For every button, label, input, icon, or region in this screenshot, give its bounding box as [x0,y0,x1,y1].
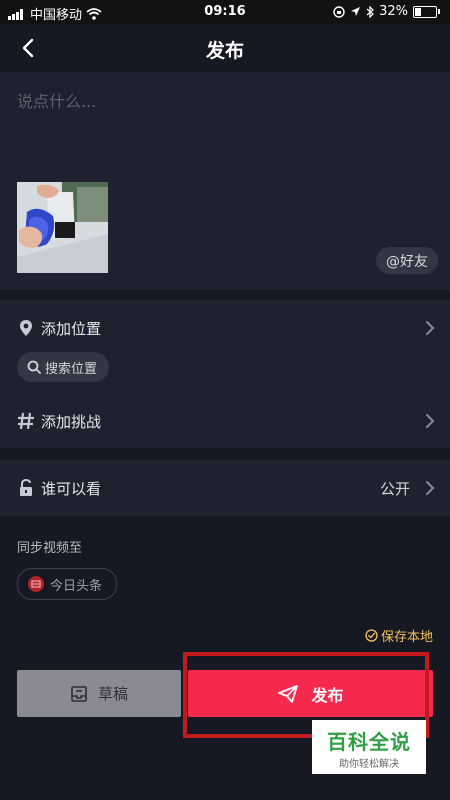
search-location-label: 搜索位置 [45,361,98,377]
save-local-label: 保存本地 [380,630,433,645]
publish-button[interactable]: 发布 [188,670,433,717]
add-challenge-row[interactable]: 添加挑战 [0,401,450,441]
draft-label: 草稿 [97,685,128,703]
chevron-right-icon [426,481,435,495]
add-location-row[interactable]: 添加位置 [0,308,450,348]
watermark-main: 百科全说 [327,730,411,754]
bluetooth-icon [366,5,374,18]
add-challenge-label: 添加挑战 [41,412,102,431]
search-icon [27,360,41,374]
add-location-label: 添加位置 [41,319,102,338]
description-input[interactable]: 说点什么... [17,88,96,112]
privacy-row[interactable]: 谁可以看 公开 [0,460,450,516]
unlock-icon [17,479,35,497]
battery-tip [438,9,440,14]
sync-label: 同步视频至 [17,541,83,556]
check-circle-icon [365,629,378,642]
at-friend-button[interactable]: @好友 [376,247,438,274]
nav-bar: 发布 [0,24,450,72]
video-thumbnail-image [17,182,108,273]
chevron-right-icon [426,414,435,428]
screen-lock-icon [333,5,345,18]
sync-platform-label: 今日头条 [50,578,103,594]
battery-icon [413,5,437,18]
send-icon [278,684,299,703]
publish-label: 发布 [311,685,344,705]
hashtag-icon [17,412,35,430]
save-local-checkbox[interactable]: 保存本地 [365,626,433,645]
watermark-sub: 助你轻松解决 [339,759,399,770]
status-bar: 中国移动 09:16 32% [0,0,450,24]
location-pin-icon [17,319,35,337]
video-thumbnail[interactable] [17,182,108,273]
page-title: 发布 [205,40,244,62]
draft-button[interactable]: 草稿 [17,670,181,717]
sync-toutiao-toggle[interactable]: 今日头条 [17,568,118,600]
location-arrow-icon [351,7,361,16]
battery-percent: 32% [379,4,408,19]
status-bar-right: 32% [333,4,440,19]
privacy-value: 公开 [379,480,410,498]
chevron-right-icon [426,321,435,335]
options-section: 添加位置 搜索位置 添加挑战 [0,300,450,448]
description-section: 说点什么... @好友 [0,72,450,290]
watermark: 百科全说 助你轻松解决 [312,720,426,774]
search-location-button[interactable]: 搜索位置 [17,352,110,382]
draft-box-icon [71,685,87,702]
privacy-label: 谁可以看 [41,480,102,498]
toutiao-logo-icon [28,576,44,592]
